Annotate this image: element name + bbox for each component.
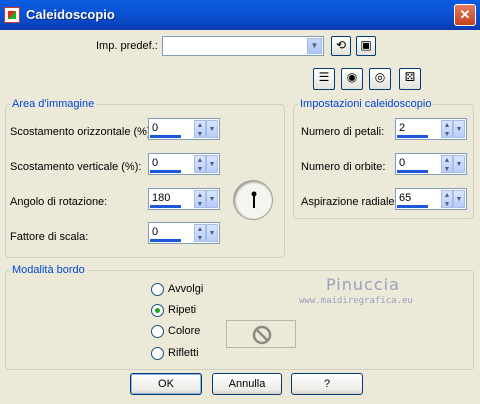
rotation-dial[interactable]: [233, 180, 273, 220]
save-icon: ▣: [360, 38, 372, 52]
scale-spinner[interactable]: 0 ▲ ▼ ▼: [148, 222, 220, 244]
field-label-rotation: Angolo di rotazione:: [10, 196, 108, 208]
border-color-swatch[interactable]: [226, 320, 296, 348]
radio-button[interactable]: [151, 347, 164, 360]
watermark-name: Pinuccia: [326, 275, 400, 294]
reset-icon: ⟲: [335, 38, 347, 52]
h-offset-spinner[interactable]: 0 ▲ ▼ ▼: [148, 118, 220, 140]
chevron-down-icon[interactable]: ▼: [206, 155, 218, 173]
spin-arrows-icon[interactable]: ▲ ▼: [194, 155, 206, 173]
field-label-v-offset: Scostamento verticale (%):: [10, 161, 142, 173]
window-title: Caleidoscopio: [26, 7, 115, 22]
spin-arrows-icon[interactable]: ▲ ▼: [441, 155, 453, 173]
eye-toggle-icon: ◎: [374, 70, 386, 84]
rotation-value[interactable]: 180: [152, 192, 170, 204]
spin-arrows-icon[interactable]: ▲ ▼: [194, 224, 206, 242]
petals-value[interactable]: 2: [399, 122, 405, 134]
value-bar: [150, 239, 181, 242]
radial-value[interactable]: 65: [399, 192, 411, 204]
radio-colore[interactable]: Colore: [151, 324, 231, 340]
dice-randomize-icon: ⚄: [404, 70, 416, 84]
radio-label: Ripeti: [168, 304, 197, 316]
orbits-spinner[interactable]: 0 ▲ ▼ ▼: [395, 153, 467, 175]
chevron-down-icon[interactable]: ▼: [453, 120, 465, 138]
h-offset-value[interactable]: 0: [152, 122, 158, 134]
field-label-radial: Aspirazione radiale:: [301, 196, 398, 208]
preset-select[interactable]: ▼: [162, 36, 324, 56]
spin-arrows-icon[interactable]: ▲ ▼: [194, 120, 206, 138]
chevron-down-icon[interactable]: ▼: [206, 224, 218, 242]
radio-button[interactable]: [151, 283, 164, 296]
field-label-h-offset: Scostamento orizzontale (%):: [10, 126, 154, 138]
save-preset-button[interactable]: ▣: [356, 36, 376, 56]
radio-label: Avvolgi: [168, 283, 204, 295]
value-bar: [397, 205, 428, 208]
close-icon: ✕: [459, 7, 471, 22]
v-offset-value[interactable]: 0: [152, 157, 158, 169]
disabled-icon: [252, 325, 272, 345]
reset-preset-button[interactable]: ⟲: [331, 36, 351, 56]
field-label-petals: Numero di petali:: [301, 126, 385, 138]
chevron-down-icon[interactable]: ▼: [453, 190, 465, 208]
layout-icon: ☰: [318, 70, 330, 84]
chevron-down-icon[interactable]: ▼: [453, 155, 465, 173]
radio-avvolgi[interactable]: Avvolgi: [151, 282, 231, 298]
radio-rifletti[interactable]: Rifletti: [151, 346, 231, 362]
layout-button[interactable]: ☰: [313, 68, 335, 90]
spin-arrows-icon[interactable]: ▲ ▼: [441, 120, 453, 138]
value-bar: [397, 135, 428, 138]
spin-arrows-icon[interactable]: ▲ ▼: [441, 190, 453, 208]
radio-ripeti[interactable]: Ripeti: [151, 303, 231, 319]
preset-label: Imp. predef.:: [96, 40, 158, 52]
cancel-button[interactable]: Annulla: [212, 373, 282, 395]
rotation-spinner[interactable]: 180 ▲ ▼ ▼: [148, 188, 220, 210]
close-button[interactable]: ✕: [454, 4, 476, 26]
petals-spinner[interactable]: 2 ▲ ▼ ▼: [395, 118, 467, 140]
value-bar: [397, 170, 428, 173]
value-bar: [150, 205, 181, 208]
orbits-value[interactable]: 0: [399, 157, 405, 169]
v-offset-spinner[interactable]: 0 ▲ ▼ ▼: [148, 153, 220, 175]
radio-label: Colore: [168, 325, 201, 337]
bordo-title: Modalità bordo: [10, 264, 87, 276]
field-label-scale: Fattore di scala:: [10, 231, 89, 243]
chevron-down-icon[interactable]: ▼: [206, 190, 218, 208]
value-bar: [150, 170, 181, 173]
area-immagine-title: Area d'immagine: [10, 98, 97, 110]
watermark-url: www.maidiregrafica.eu: [299, 296, 413, 306]
dial-needle-icon: [251, 191, 257, 208]
impostazioni-title: Impostazioni caleidoscopio: [298, 98, 434, 110]
radio-button[interactable]: [151, 304, 164, 317]
radial-spinner[interactable]: 65 ▲ ▼ ▼: [395, 188, 467, 210]
scale-value[interactable]: 0: [152, 226, 158, 238]
spin-arrows-icon[interactable]: ▲ ▼: [194, 190, 206, 208]
chevron-down-icon[interactable]: ▼: [206, 120, 218, 138]
radio-label: Rifletti: [168, 347, 199, 359]
radio-button[interactable]: [151, 325, 164, 338]
value-bar: [150, 135, 181, 138]
preview-button[interactable]: ◉: [341, 68, 363, 90]
field-label-orbits: Numero di orbite:: [301, 161, 386, 173]
toggle-preview-button[interactable]: ◎: [369, 68, 391, 90]
title-bar: Caleidoscopio ✕: [0, 0, 480, 30]
app-icon: [4, 7, 20, 23]
ok-button[interactable]: OK: [130, 373, 202, 395]
help-button[interactable]: ?: [291, 373, 363, 395]
eye-preview-icon: ◉: [346, 70, 358, 84]
randomize-button[interactable]: ⚄: [399, 68, 421, 90]
chevron-down-icon[interactable]: ▼: [307, 38, 322, 54]
